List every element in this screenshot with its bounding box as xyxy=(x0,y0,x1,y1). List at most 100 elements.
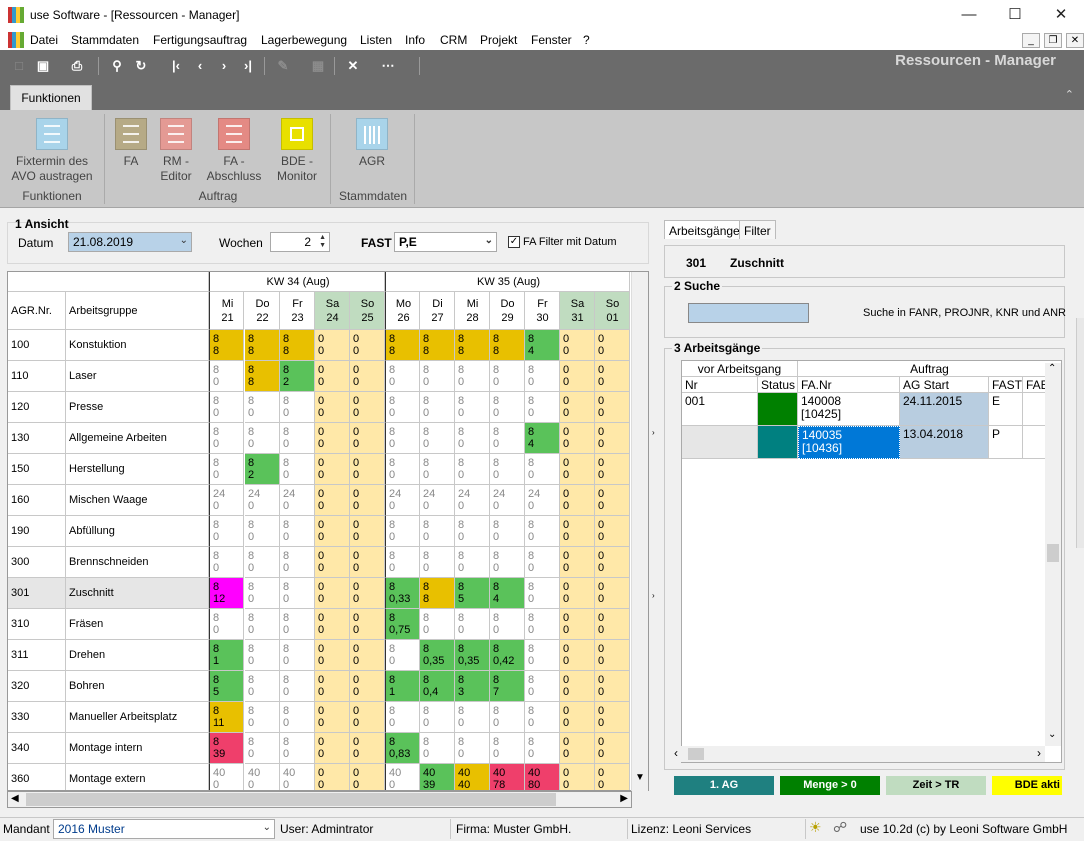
capacity-cell[interactable]: 00 xyxy=(560,578,595,609)
tab-funktionen[interactable]: Funktionen xyxy=(10,85,92,110)
capacity-cell[interactable]: 00 xyxy=(350,392,385,423)
capacity-cell[interactable]: 88 xyxy=(420,330,455,361)
capacity-cell[interactable]: 00 xyxy=(350,671,385,702)
capacity-cell[interactable]: 40 0 xyxy=(209,764,244,790)
capacity-cell[interactable]: 80 xyxy=(385,423,420,454)
close-icon[interactable]: ✕ xyxy=(1038,0,1084,30)
ag-start-cell[interactable]: 13.04.2018 xyxy=(900,426,989,459)
capacity-cell[interactable]: 80 xyxy=(245,640,280,671)
capacity-cell[interactable]: 80 xyxy=(209,609,244,640)
agr-nr-cell[interactable]: 120 xyxy=(8,392,66,423)
capacity-cell[interactable]: 00 xyxy=(315,609,350,640)
capacity-cell[interactable]: 24 0 xyxy=(455,485,490,516)
day-header[interactable]: Mi 28 xyxy=(455,292,490,330)
ag-column-header[interactable]: Status xyxy=(758,377,798,393)
agr-nr-cell[interactable]: 190 xyxy=(8,516,66,547)
menu-listen[interactable]: Listen xyxy=(360,33,392,47)
agr-nr-cell[interactable]: 130 xyxy=(8,423,66,454)
ag-fast-cell[interactable]: P xyxy=(989,426,1023,459)
capacity-cell[interactable]: 00 xyxy=(350,764,385,790)
capacity-cell[interactable]: 80 xyxy=(385,516,420,547)
capacity-cell[interactable]: 80 xyxy=(455,609,490,640)
mdi-restore-icon[interactable]: ❐ xyxy=(1044,33,1062,48)
capacity-cell[interactable]: 00 xyxy=(315,733,350,764)
capacity-cell[interactable]: 80 xyxy=(385,361,420,392)
capacity-cell[interactable]: 80 xyxy=(245,547,280,578)
collapse-arrow-icon[interactable]: › xyxy=(652,428,655,437)
agr-nr-cell[interactable]: 311 xyxy=(8,640,66,671)
ag-start-cell[interactable]: 24.11.2015 xyxy=(900,393,989,426)
capacity-cell[interactable]: 80 xyxy=(385,702,420,733)
capacity-cell[interactable]: 00 xyxy=(350,330,385,361)
capacity-cell[interactable]: 80 xyxy=(455,423,490,454)
capacity-cell[interactable]: 80 xyxy=(420,361,455,392)
capacity-cell[interactable]: 8 0,4 xyxy=(420,671,455,702)
mdi-minimize-icon[interactable]: _ xyxy=(1022,33,1040,48)
capacity-cell[interactable]: 80 xyxy=(245,671,280,702)
capacity-cell[interactable]: 8 39 xyxy=(209,733,244,764)
arbeitsgruppe-cell[interactable]: Manueller Arbeitsplatz xyxy=(66,702,209,733)
capacity-cell[interactable]: 24 0 xyxy=(245,485,280,516)
arbeitsgruppe-cell[interactable]: Presse xyxy=(66,392,209,423)
menu-projekt[interactable]: Projekt xyxy=(480,33,517,47)
capacity-cell[interactable]: 80 xyxy=(525,578,560,609)
capacity-cell[interactable]: 80 xyxy=(245,578,280,609)
outer-scrollbar[interactable] xyxy=(1076,318,1084,548)
fa-filter-checkbox[interactable]: ✓ xyxy=(508,236,520,248)
capacity-cell[interactable]: 00 xyxy=(560,423,595,454)
chevron-down-icon[interactable]: ⌄ xyxy=(180,235,188,246)
menu-lagerbewegung[interactable]: Lagerbewegung xyxy=(261,33,347,47)
chevron-down-icon[interactable]: ⌄ xyxy=(263,822,271,833)
capacity-cell[interactable]: 00 xyxy=(315,330,350,361)
capacity-cell[interactable]: 00 xyxy=(350,702,385,733)
scroll-down-icon[interactable]: ▼ xyxy=(635,772,645,783)
agr-nr-cell[interactable]: 300 xyxy=(8,547,66,578)
day-header[interactable]: Sa 31 xyxy=(560,292,595,330)
day-header[interactable]: Di 27 xyxy=(420,292,455,330)
capacity-cell[interactable]: 80 xyxy=(490,392,525,423)
agr-nr-cell[interactable]: 310 xyxy=(8,609,66,640)
capacity-cell[interactable]: 80 xyxy=(209,547,244,578)
agr-nr-cell[interactable]: 360 xyxy=(8,764,66,790)
stepper-arrows-icon[interactable]: ▲ ▼ xyxy=(319,234,326,250)
capacity-cell[interactable]: 88 xyxy=(209,330,244,361)
capacity-cell[interactable]: 80 xyxy=(525,609,560,640)
capacity-cell[interactable]: 80 xyxy=(385,454,420,485)
capacity-cell[interactable]: 80 xyxy=(420,516,455,547)
capacity-cell[interactable]: 88 xyxy=(420,578,455,609)
capacity-cell[interactable]: 00 xyxy=(595,361,630,392)
ag-column-header[interactable]: AG Start xyxy=(900,377,989,393)
capacity-cell[interactable]: 80 xyxy=(280,671,315,702)
capacity-cell[interactable]: 80 xyxy=(455,702,490,733)
agr-nr-cell[interactable]: 330 xyxy=(8,702,66,733)
expand-arrow-icon[interactable]: › xyxy=(652,591,655,600)
menu-fertigungsauftrag[interactable]: Fertigungsauftrag xyxy=(153,33,247,47)
capacity-cell[interactable]: 00 xyxy=(315,392,350,423)
capacity-cell[interactable]: 00 xyxy=(560,516,595,547)
capacity-cell[interactable]: 80 xyxy=(245,392,280,423)
capacity-cell[interactable]: 00 xyxy=(560,485,595,516)
capacity-cell[interactable]: 80 xyxy=(280,392,315,423)
capacity-cell[interactable]: 00 xyxy=(315,516,350,547)
agr-nr-cell[interactable]: 100 xyxy=(8,330,66,361)
arbeitsgruppe-cell[interactable]: Herstellung xyxy=(66,454,209,485)
column-header-agr[interactable]: AGR.Nr. xyxy=(8,292,66,330)
ag-nr-cell[interactable]: 001 xyxy=(682,393,758,426)
capacity-cell[interactable]: 80 xyxy=(525,547,560,578)
capacity-cell[interactable]: 8 0,35 xyxy=(420,640,455,671)
capacity-cell[interactable]: 80 xyxy=(490,609,525,640)
capacity-cell[interactable]: 80 xyxy=(209,454,244,485)
capacity-cell[interactable]: 00 xyxy=(595,733,630,764)
tab-filter[interactable]: Filter xyxy=(739,220,776,239)
capacity-cell[interactable]: 80 xyxy=(245,516,280,547)
capacity-cell[interactable]: 80 xyxy=(525,702,560,733)
ag-vertical-scrollbar[interactable]: ⌃ ⌄ xyxy=(1045,363,1061,746)
capacity-cell[interactable]: 88 xyxy=(280,330,315,361)
capacity-cell[interactable]: 80 xyxy=(385,640,420,671)
capacity-cell[interactable]: 00 xyxy=(315,764,350,790)
bde-monitor-button[interactable]: BDE - Monitor xyxy=(271,118,323,184)
sun-icon[interactable]: ☀ xyxy=(809,819,822,836)
ag-status-cell[interactable] xyxy=(758,393,798,426)
day-header[interactable]: Fr 23 xyxy=(280,292,315,330)
capacity-cell[interactable]: 80 xyxy=(455,733,490,764)
